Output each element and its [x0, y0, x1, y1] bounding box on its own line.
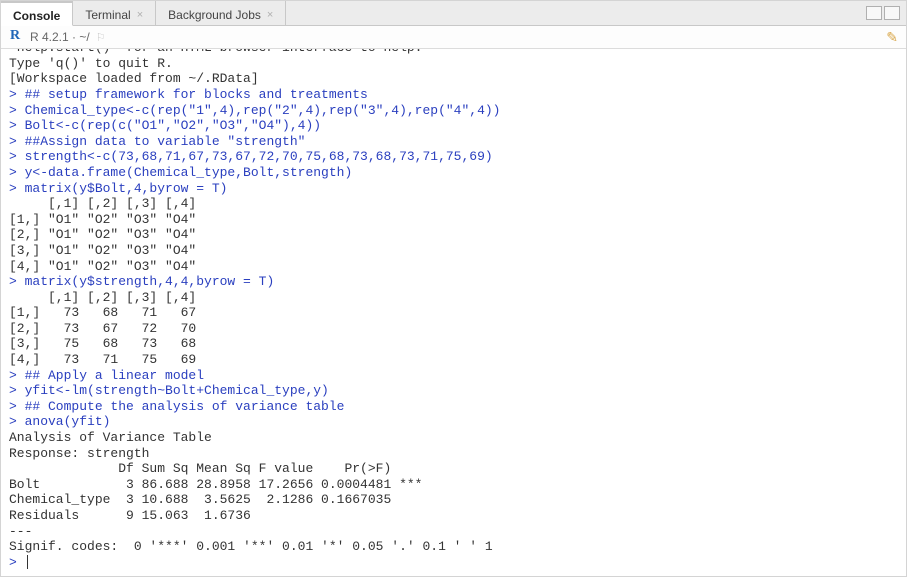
console-line: > y<-data.frame(Chemical_type,Bolt,stren…	[9, 165, 898, 181]
tab-bar: Console Terminal × Background Jobs ×	[1, 1, 906, 26]
console-line: [2,] "O1" "O2" "O3" "O4"	[9, 227, 898, 243]
close-icon[interactable]: ×	[137, 9, 143, 21]
console-line: 'help.start()' for an HTML browser inter…	[9, 49, 898, 56]
console-line: Df Sum Sq Mean Sq F value Pr(>F)	[9, 461, 898, 477]
console-line: [1,] 73 68 71 67	[9, 305, 898, 321]
r-logo-icon	[9, 30, 24, 45]
console-line: Chemical_type 3 10.688 3.5625 2.1286 0.1…	[9, 492, 898, 508]
console-line: Response: strength	[9, 446, 898, 462]
console-prompt[interactable]: >	[9, 555, 898, 571]
console-line: Bolt 3 86.688 28.8958 17.2656 0.0004481 …	[9, 477, 898, 493]
tab-jobs-label: Background Jobs	[168, 8, 261, 22]
r-version-label: R 4.2.1 · ~/	[30, 30, 90, 44]
console-line: [4,] 73 71 75 69	[9, 352, 898, 368]
console-line: Residuals 9 15.063 1.6736	[9, 508, 898, 524]
tab-console-label: Console	[13, 9, 60, 23]
tab-console[interactable]: Console	[1, 1, 73, 26]
cursor	[27, 555, 28, 569]
console-line: [2,] 73 67 72 70	[9, 321, 898, 337]
tab-terminal-label: Terminal	[85, 8, 130, 22]
clear-console-icon[interactable]: ✎	[886, 29, 898, 46]
console-output[interactable]: citation() on now to cite R or R package…	[1, 49, 906, 576]
console-line: > ## Compute the analysis of variance ta…	[9, 399, 898, 415]
window-controls	[866, 1, 906, 25]
console-info-bar: R 4.2.1 · ~/ ⚐ ✎	[1, 26, 906, 49]
console-line: > Chemical_type<-c(rep("1",4),rep("2",4)…	[9, 103, 898, 119]
console-line: > matrix(y$Bolt,4,byrow = T)	[9, 181, 898, 197]
console-line: > yfit<-lm(strength~Bolt+Chemical_type,y…	[9, 383, 898, 399]
console-line: > matrix(y$strength,4,4,byrow = T)	[9, 274, 898, 290]
console-line: [,1] [,2] [,3] [,4]	[9, 290, 898, 306]
console-pane: Console Terminal × Background Jobs × R 4…	[0, 0, 907, 577]
console-line: Analysis of Variance Table	[9, 430, 898, 446]
close-icon[interactable]: ×	[267, 9, 273, 21]
console-line: [4,] "O1" "O2" "O3" "O4"	[9, 259, 898, 275]
console-line: ---	[9, 524, 898, 540]
console-line: [3,] "O1" "O2" "O3" "O4"	[9, 243, 898, 259]
console-line: [,1] [,2] [,3] [,4]	[9, 196, 898, 212]
console-line: Signif. codes: 0 '***' 0.001 '**' 0.01 '…	[9, 539, 898, 555]
console-line: > anova(yfit)	[9, 414, 898, 430]
console-line: [1,] "O1" "O2" "O3" "O4"	[9, 212, 898, 228]
console-line: Type 'q()' to quit R.	[9, 56, 898, 72]
tab-background-jobs[interactable]: Background Jobs ×	[156, 1, 286, 25]
console-line: > strength<-c(73,68,71,67,73,67,72,70,75…	[9, 149, 898, 165]
console-line: > Bolt<-c(rep(c("O1","O2","O3","O4"),4))	[9, 118, 898, 134]
console-line: > ##Assign data to variable "strength"	[9, 134, 898, 150]
console-line: [Workspace loaded from ~/.RData]	[9, 71, 898, 87]
minimize-pane-button[interactable]	[866, 6, 882, 20]
console-line: > ## Apply a linear model	[9, 368, 898, 384]
tab-terminal[interactable]: Terminal ×	[73, 1, 156, 25]
console-line: [3,] 75 68 73 68	[9, 336, 898, 352]
script-icon[interactable]: ⚐	[96, 31, 106, 44]
maximize-pane-button[interactable]	[884, 6, 900, 20]
console-line: > ## setup framework for blocks and trea…	[9, 87, 898, 103]
